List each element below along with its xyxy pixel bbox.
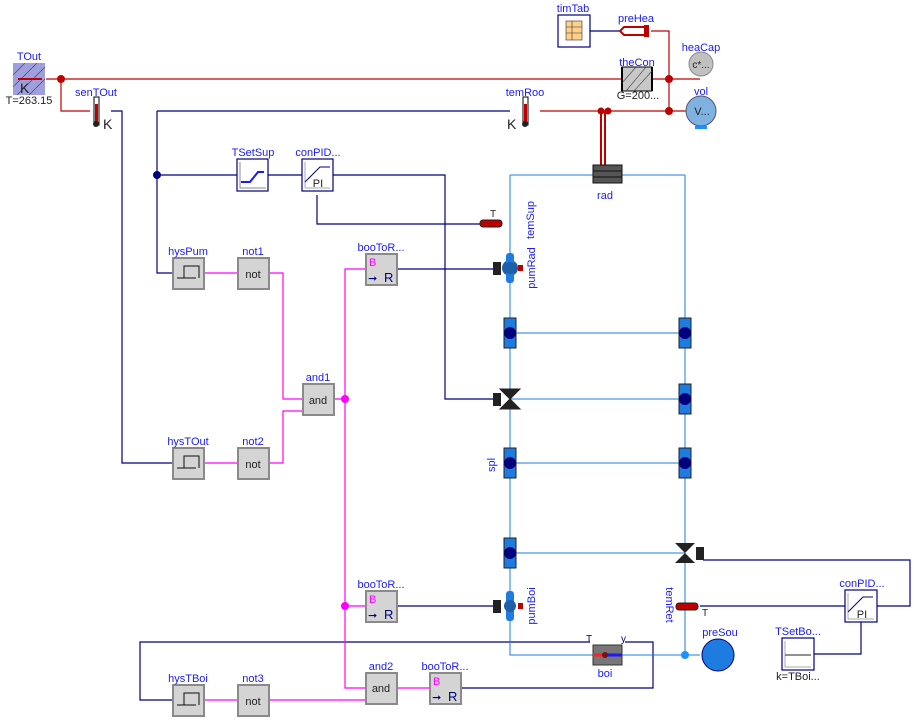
tee-6 [503, 537, 517, 569]
and2-block[interactable]: and and2 [365, 661, 398, 705]
and2-inner: and [372, 683, 390, 695]
temRet-label: temRet [663, 587, 675, 622]
temRet-port: T [702, 608, 708, 619]
booToR-rad-block[interactable]: B ➞ R booToR... [357, 242, 405, 286]
not3-label: not3 [242, 673, 263, 685]
rad-label: rad [597, 190, 613, 202]
tee-junctions [503, 317, 692, 569]
TOut-unit: K [20, 80, 30, 96]
boi-label: boi [598, 668, 613, 680]
temRoo-sensor[interactable]: temRoo K [506, 87, 545, 132]
and1-inner: and [309, 395, 327, 407]
and1-label: and1 [306, 372, 330, 384]
timTab-block[interactable]: timTab [557, 3, 591, 48]
temSup-port: T [490, 209, 496, 220]
spl-label: spl [486, 458, 498, 472]
boi-port-y: y [621, 634, 626, 645]
preHea-label: preHea [618, 13, 655, 25]
not1-block[interactable]: not not1 [237, 246, 270, 290]
booToR-rad-label: booToR... [357, 242, 404, 254]
booToR-boi-out: R [448, 689, 457, 704]
theCon-label: theCon [619, 57, 654, 69]
vol-label: vol [694, 86, 708, 98]
not3-block[interactable]: not not3 [237, 673, 270, 717]
tee-1 [503, 317, 517, 349]
not1-label: not1 [242, 246, 263, 258]
booToR-pump-out: R [384, 607, 393, 622]
pumRad-pump[interactable]: pumRad [493, 247, 538, 289]
conPID-rad-block[interactable]: PI conPID... [295, 147, 341, 192]
booToR-boi-block[interactable]: B ➞ R booToR... [421, 661, 469, 705]
booToR-pump-block[interactable]: B ➞ R booToR... [357, 579, 405, 623]
not2-inner: not [245, 459, 260, 471]
not2-label: not2 [242, 436, 263, 448]
boi-block[interactable]: T y boi [586, 634, 626, 680]
booToR-pump-label: booToR... [357, 579, 404, 591]
hysPum-label: hysPum [168, 246, 208, 258]
preSou-block[interactable]: preSou [701, 627, 738, 672]
TOut-param: T=263.15 [6, 95, 53, 107]
not1-inner: not [245, 269, 260, 281]
pumBoi-pump[interactable]: pumBoi [493, 587, 538, 625]
conPID-boi-block[interactable]: PI conPID... [839, 578, 885, 623]
modelica-diagram: TOut K T=263.15 senTOut K temRoo K timTa… [6, 3, 911, 717]
conPID-boi-label: conPID... [839, 578, 884, 590]
TSetBoi-label: TSetBo... [775, 626, 821, 638]
conPID-boi-inner: PI [857, 609, 867, 621]
TOut-block[interactable]: TOut K T=263.15 [6, 51, 53, 107]
and1-block[interactable]: and and1 [302, 372, 335, 416]
tee-2 [678, 317, 692, 349]
timTab-label: timTab [557, 3, 589, 15]
theCon-param: G=200... [617, 90, 660, 102]
TSetBoi-param: k=TBoi... [776, 671, 820, 683]
theCon-block[interactable]: theCon G=200... [617, 57, 660, 102]
rad-block[interactable]: rad [592, 164, 623, 202]
heaCap-block[interactable]: c*... heaCap [682, 42, 721, 77]
temSup-label: temSup [525, 201, 537, 239]
heaCap-inner: c*... [692, 60, 709, 71]
conPID-rad-inner: PI [313, 178, 323, 190]
vol-inner: V... [694, 106, 710, 118]
boi-port-T: T [586, 634, 592, 645]
preHea-block[interactable]: preHea [618, 13, 655, 37]
hysPum-block[interactable]: hysPum [168, 246, 208, 290]
booToR-pump-in: B [369, 594, 376, 606]
heat-connections [46, 30, 700, 165]
TOut-label: TOut [17, 51, 41, 63]
vol-block[interactable]: V... vol [685, 86, 717, 129]
temRoo-label: temRoo [506, 87, 545, 99]
preSou-label: preSou [702, 627, 737, 639]
temRoo-unit: K [507, 116, 517, 132]
hysTBoi-block[interactable]: hysTBoi [168, 673, 208, 717]
booToR-boi-in: B [433, 676, 440, 688]
temSup-sensor[interactable]: T temSup [479, 201, 537, 239]
pumBoi-label: pumBoi [526, 587, 538, 624]
pumRad-label: pumRad [526, 247, 538, 289]
TSetSup-label: TSetSup [232, 147, 275, 159]
tee-3 [678, 383, 692, 415]
tee-4 [503, 447, 517, 479]
senTOut-label: senTOut [75, 87, 117, 99]
hysTOut-label: hysTOut [167, 436, 208, 448]
booToR-rad-in: B [369, 257, 376, 269]
boolean-connections [204, 268, 430, 701]
senTOut-unit: K [103, 116, 113, 132]
hysTOut-block[interactable]: hysTOut [167, 436, 209, 480]
and2-label: and2 [369, 661, 393, 673]
svg-text:➞: ➞ [368, 610, 377, 622]
booToR-rad-out: R [384, 270, 393, 285]
temRet-sensor[interactable]: T temRet [663, 587, 708, 622]
TSetSup-block[interactable]: TSetSup [232, 147, 275, 192]
tee-5 [678, 447, 692, 479]
not2-block[interactable]: not not2 [237, 436, 270, 480]
conPID-rad-label: conPID... [295, 147, 340, 159]
svg-text:➞: ➞ [368, 273, 377, 285]
TSetBoi-block[interactable]: TSetBo... k=TBoi... [775, 626, 821, 683]
booToR-boi-label: booToR... [421, 661, 468, 673]
senTOut-sensor[interactable]: senTOut K [75, 87, 117, 132]
heaCap-label: heaCap [682, 42, 721, 54]
svg-text:➞: ➞ [432, 692, 441, 704]
hysTBoi-label: hysTBoi [168, 673, 208, 685]
not3-inner: not [245, 696, 260, 708]
